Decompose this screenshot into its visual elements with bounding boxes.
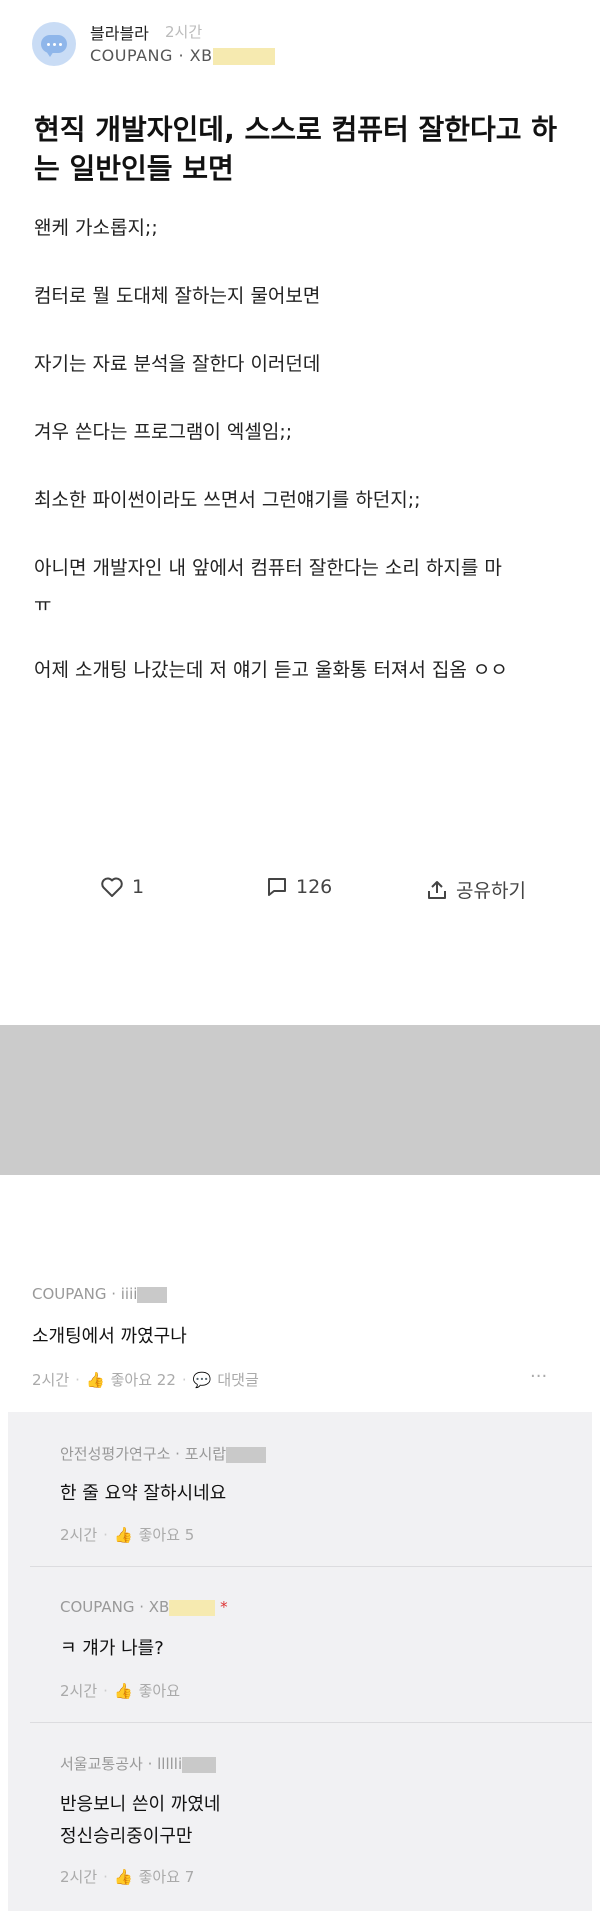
body-line: 컴터로 뭘 도대체 잘하는지 물어보면 bbox=[34, 285, 321, 307]
comment-author: COUPANG · iiii bbox=[32, 1285, 138, 1303]
thumbs-up-icon[interactable]: 👍 bbox=[114, 1682, 133, 1700]
separator-dot: · bbox=[103, 1867, 108, 1886]
comment-button[interactable]: 126 bbox=[266, 876, 332, 898]
reply-likes[interactable]: 좋아요 5 bbox=[139, 1524, 195, 1545]
page-title: 현직 개발자인데, 스스로 컴퓨터 잘한다고 하는 일반인들 보면 bbox=[34, 113, 558, 185]
body-line: ㅠ bbox=[34, 594, 52, 616]
body-line: 왠케 가소롭지;; bbox=[34, 217, 158, 239]
reply-author: 안전성평가연구소 · 포시랍 bbox=[60, 1445, 227, 1463]
separator-dot: · bbox=[181, 1370, 187, 1389]
author-name[interactable]: 블라블라 bbox=[90, 20, 149, 44]
reply-text: 반응보니 쓴이 까였네 bbox=[60, 1794, 221, 1815]
reply-author: 서울교통공사 · llllli bbox=[60, 1755, 183, 1773]
redaction-mask bbox=[182, 1756, 217, 1773]
separator-dot: · bbox=[103, 1681, 108, 1700]
body-line: 어제 소개팅 나갔는데 저 얘기 듣고 울화통 터져서 집옴 ㅇㅇ bbox=[34, 659, 508, 681]
body-line: 겨우 쓴다는 프로그램이 엑셀임;; bbox=[34, 421, 293, 443]
share-button[interactable]: 공유하기 bbox=[426, 876, 526, 903]
reply-text-line2: 정신승리중이구만 bbox=[60, 1826, 193, 1847]
comment-icon bbox=[268, 878, 286, 896]
separator-dot: · bbox=[75, 1370, 80, 1389]
reply-likes[interactable]: 좋아요 7 bbox=[139, 1866, 195, 1887]
reply-icon[interactable]: 💬 bbox=[193, 1371, 212, 1389]
like-count: 1 bbox=[132, 876, 145, 898]
post-time: 2시간 bbox=[165, 23, 203, 41]
reply-meta: COUPANG · XB * bbox=[60, 1598, 228, 1616]
share-label: 공유하기 bbox=[456, 880, 526, 902]
redaction-mask bbox=[226, 1446, 267, 1463]
reply-footer: 2시간 · 👍 좋아요 7 bbox=[60, 1866, 194, 1887]
comment-text: 소개팅에서 까였구나 bbox=[32, 1326, 187, 1347]
comment-meta: COUPANG · iiii bbox=[32, 1285, 168, 1303]
share-icon bbox=[428, 880, 446, 899]
heart-icon bbox=[101, 877, 123, 897]
reply-time: 2시간 bbox=[60, 1682, 98, 1700]
divider bbox=[30, 1566, 592, 1567]
comment-time: 2시간 bbox=[32, 1371, 70, 1389]
reply-time: 2시간 bbox=[60, 1868, 98, 1886]
thumbs-up-icon[interactable]: 👍 bbox=[114, 1526, 133, 1544]
separator-dot: · bbox=[103, 1525, 108, 1544]
reply-text: 한 줄 요약 잘하시네요 bbox=[60, 1483, 227, 1504]
thumbs-up-icon[interactable]: 👍 bbox=[86, 1371, 105, 1389]
redaction-mask bbox=[169, 1599, 216, 1616]
reply-button[interactable]: 대댓글 bbox=[217, 1369, 258, 1390]
reply-meta: 서울교통공사 · llllli bbox=[60, 1753, 217, 1774]
body-line: 자기는 자료 분석을 잘한다 이러던데 bbox=[34, 353, 321, 375]
body-line: 최소한 파이썬이라도 쓰면서 그런얘기를 하던지;; bbox=[34, 489, 421, 511]
author-company: COUPANG · XB bbox=[90, 46, 275, 65]
more-options-icon[interactable]: ··· bbox=[530, 1366, 547, 1387]
comment-footer: 2시간 · 👍 좋아요 22 · 💬 대댓글 bbox=[32, 1369, 259, 1390]
avatar[interactable] bbox=[32, 22, 76, 66]
divider bbox=[30, 1722, 592, 1723]
reply-footer: 2시간 · 👍 좋아요 5 bbox=[60, 1524, 194, 1545]
reply-author: COUPANG · XB bbox=[60, 1598, 170, 1616]
thumbs-up-icon[interactable]: 👍 bbox=[114, 1868, 133, 1886]
comment-likes[interactable]: 좋아요 22 bbox=[111, 1369, 176, 1390]
reply-text: ㅋ 걔가 나를? bbox=[60, 1638, 164, 1659]
redaction-mask bbox=[212, 48, 275, 65]
comment-count: 126 bbox=[296, 876, 333, 898]
company-label: COUPANG · XB bbox=[90, 46, 213, 65]
redaction-mask bbox=[137, 1286, 168, 1303]
reply-likes[interactable]: 좋아요 bbox=[139, 1680, 180, 1701]
reply-time: 2시간 bbox=[60, 1526, 98, 1544]
reply-footer: 2시간 · 👍 좋아요 bbox=[60, 1680, 180, 1701]
like-button[interactable]: 1 bbox=[100, 876, 144, 898]
author-badge: * bbox=[220, 1598, 228, 1616]
reply-meta: 안전성평가연구소 · 포시랍 bbox=[60, 1443, 267, 1464]
body-line: 아니면 개발자인 내 앞에서 컴퓨터 잘한다는 소리 하지를 마 bbox=[34, 557, 502, 579]
ad-placeholder bbox=[0, 1025, 600, 1175]
chat-bubble-icon bbox=[41, 35, 67, 57]
